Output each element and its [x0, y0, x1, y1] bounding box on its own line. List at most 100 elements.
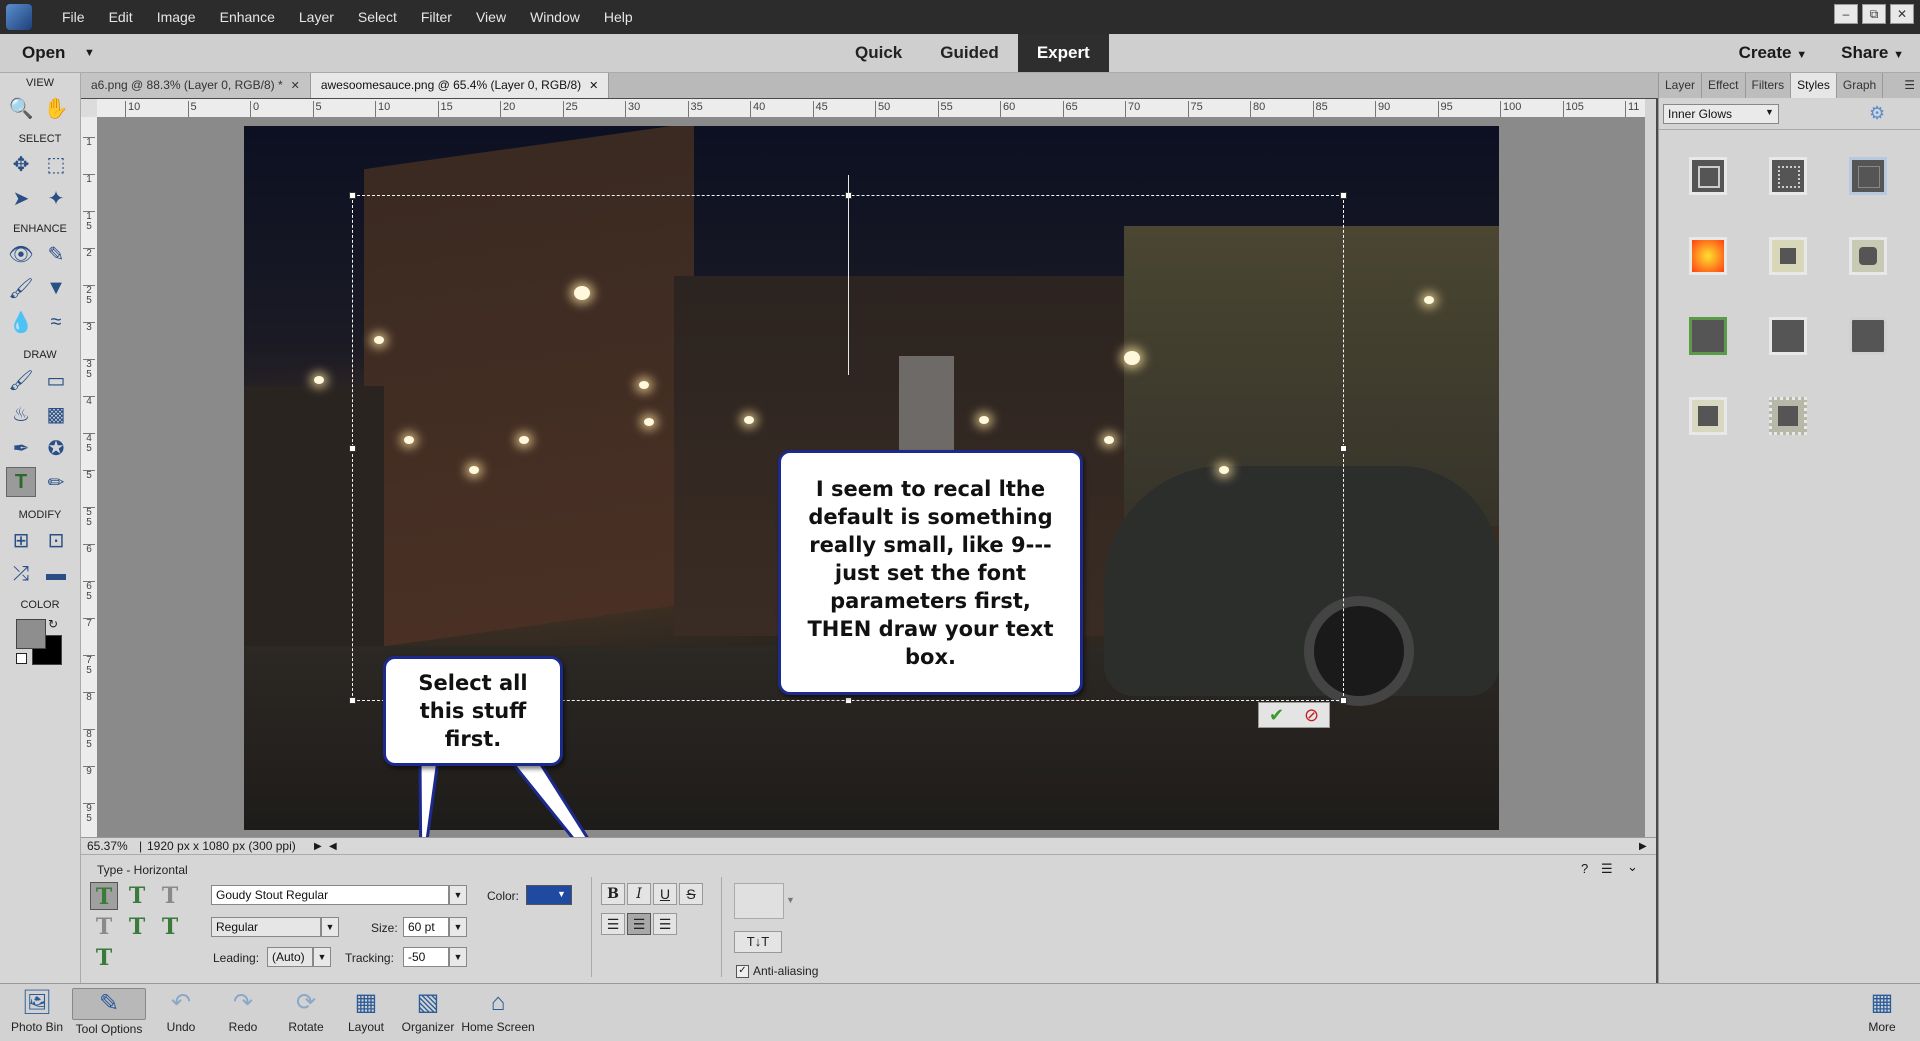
resize-handle[interactable] [1340, 697, 1347, 704]
magic-wand-icon[interactable]: ✦ [41, 183, 71, 213]
spot-healing-icon[interactable]: ✎ [41, 239, 71, 269]
pencil-tool-icon[interactable]: ✏ [41, 467, 71, 497]
menu-enhance[interactable]: Enhance [208, 0, 287, 34]
style-category-select[interactable]: Inner Glows [1663, 104, 1779, 124]
red-eye-tool-icon[interactable]: 👁 [6, 239, 36, 269]
text-on-selection-icon[interactable]: T [123, 913, 151, 941]
home-screen-button[interactable]: ⌂ Home Screen [460, 988, 536, 1034]
brush-tool-icon[interactable]: 🖌 [6, 365, 36, 395]
text-style-dropdown-icon[interactable]: ▼ [786, 895, 795, 905]
resize-handle[interactable] [1340, 192, 1347, 199]
panel-menu-icon[interactable]: ☰ [1601, 861, 1613, 877]
panel-tab-graphics[interactable]: Graph [1837, 73, 1884, 98]
italic-button[interactable]: I [627, 883, 651, 905]
resize-handle[interactable] [1340, 445, 1347, 452]
menu-file[interactable]: File [50, 0, 97, 34]
text-style-preview[interactable] [734, 883, 784, 919]
mode-quick[interactable]: Quick [836, 34, 921, 72]
mode-guided[interactable]: Guided [921, 34, 1018, 72]
font-style-field[interactable]: Regular [211, 917, 321, 937]
commit-check-icon[interactable]: ✔ [1259, 703, 1294, 727]
style-swatch[interactable] [1769, 317, 1807, 355]
style-swatch[interactable] [1689, 317, 1727, 355]
underline-button[interactable]: U [653, 883, 677, 905]
more-button[interactable]: ▦ More [1862, 988, 1902, 1034]
panel-tab-styles[interactable]: Styles [1791, 73, 1837, 98]
vertical-scrollbar[interactable] [1645, 99, 1656, 837]
scroll-left-icon[interactable]: ◀ [329, 838, 337, 855]
menu-filter[interactable]: Filter [409, 0, 464, 34]
type-tool-icon[interactable]: T [6, 467, 36, 497]
style-swatch[interactable] [1769, 237, 1807, 275]
mode-expert[interactable]: Expert [1017, 34, 1109, 72]
close-tab-icon[interactable]: ✕ [291, 80, 300, 92]
foreground-color-swatch[interactable] [16, 619, 46, 649]
menu-window[interactable]: Window [518, 0, 592, 34]
style-swatch[interactable] [1849, 237, 1887, 275]
close-tab-icon[interactable]: ✕ [589, 80, 598, 92]
leading-field[interactable]: (Auto) [267, 947, 313, 967]
smart-brush-icon[interactable]: 🖌 [6, 273, 36, 303]
panel-tab-effects[interactable]: Effect [1702, 73, 1746, 98]
style-swatch[interactable] [1689, 157, 1727, 195]
style-swatch[interactable] [1849, 157, 1887, 195]
rotate-button[interactable]: ⟳ Rotate [280, 988, 332, 1034]
minimize-button[interactable]: – [1834, 4, 1858, 24]
swap-colors-icon[interactable]: ↻ [48, 617, 58, 631]
font-style-dropdown-icon[interactable]: ▼ [321, 917, 339, 937]
tool-options-button[interactable]: ✎ Tool Options [72, 988, 146, 1036]
open-button[interactable]: Open [22, 34, 65, 72]
layout-button[interactable]: ▦ Layout [340, 988, 392, 1034]
text-on-shape-icon[interactable]: T [156, 913, 184, 941]
scroll-right-icon[interactable]: ▶ [1639, 838, 1647, 855]
font-family-dropdown-icon[interactable]: ▼ [449, 885, 467, 905]
style-swatch[interactable] [1689, 397, 1727, 435]
strikethrough-button[interactable]: S [679, 883, 703, 905]
vertical-mask-icon[interactable]: T [90, 913, 118, 941]
tracking-field[interactable]: -50 [403, 947, 449, 967]
restore-button[interactable]: ⧉ [1862, 4, 1886, 24]
horizontal-type-icon[interactable]: T [90, 882, 118, 910]
share-button[interactable]: Share ▼ [1841, 34, 1904, 72]
recompose-tool-icon[interactable]: ⊡ [41, 525, 71, 555]
menu-select[interactable]: Select [346, 0, 409, 34]
organizer-button[interactable]: ▧ Organizer [398, 988, 458, 1034]
bold-button[interactable]: B [601, 883, 625, 905]
custom-shape-icon[interactable]: ✪ [41, 433, 71, 463]
gradient-tool-icon[interactable]: ▩ [41, 399, 71, 429]
create-button[interactable]: Create ▼ [1739, 34, 1808, 72]
resize-handle[interactable] [349, 192, 356, 199]
font-size-field[interactable]: 60 pt [403, 917, 449, 937]
panel-options-icon[interactable]: ☰ [1898, 73, 1920, 98]
menu-layer[interactable]: Layer [287, 0, 346, 34]
color-dropdown-icon[interactable]: ▼ [557, 889, 566, 899]
doc-tab-awesoomesauce[interactable]: awesoomesauce.png @ 65.4% (Layer 0, RGB/… [310, 73, 610, 98]
menu-help[interactable]: Help [592, 0, 645, 34]
status-menu-icon[interactable]: ▶ [314, 838, 322, 855]
collapse-icon[interactable]: ⌄ [1627, 859, 1638, 875]
photo-bin-button[interactable]: 🖼 Photo Bin [6, 988, 68, 1034]
redo-button[interactable]: ↷ Redo [220, 988, 266, 1034]
font-family-field[interactable]: Goudy Stout Regular [211, 885, 449, 905]
hand-tool-icon[interactable]: ✋ [41, 93, 71, 123]
clone-stamp-icon[interactable]: ▼ [41, 273, 71, 303]
type-mask-icon[interactable]: T [156, 882, 184, 910]
style-swatch[interactable] [1769, 157, 1807, 195]
text-on-path-icon[interactable]: T [90, 944, 118, 972]
align-center-button[interactable]: ☰ [627, 913, 651, 935]
resize-handle[interactable] [349, 697, 356, 704]
paint-bucket-icon[interactable]: ♨ [6, 399, 36, 429]
antialias-checkbox[interactable]: ✓ [736, 965, 749, 978]
panel-tab-layers[interactable]: Layer [1659, 73, 1703, 98]
straighten-tool-icon[interactable]: ▬ [41, 559, 71, 589]
marquee-tool-icon[interactable]: ⬚ [41, 149, 71, 179]
close-window-button[interactable]: ✕ [1890, 4, 1914, 24]
undo-button[interactable]: ↶ Undo [158, 988, 204, 1034]
lasso-tool-icon[interactable]: ➤ [6, 183, 36, 213]
help-icon[interactable]: ? [1581, 861, 1588, 876]
zoom-tool-icon[interactable]: 🔍 [6, 93, 36, 123]
tracking-dropdown-icon[interactable]: ▼ [449, 947, 467, 967]
blur-tool-icon[interactable]: 💧 [6, 307, 36, 337]
settings-gear-icon[interactable]: ⚙ [1869, 103, 1885, 124]
zoom-readout[interactable]: 65.37% [87, 838, 128, 855]
